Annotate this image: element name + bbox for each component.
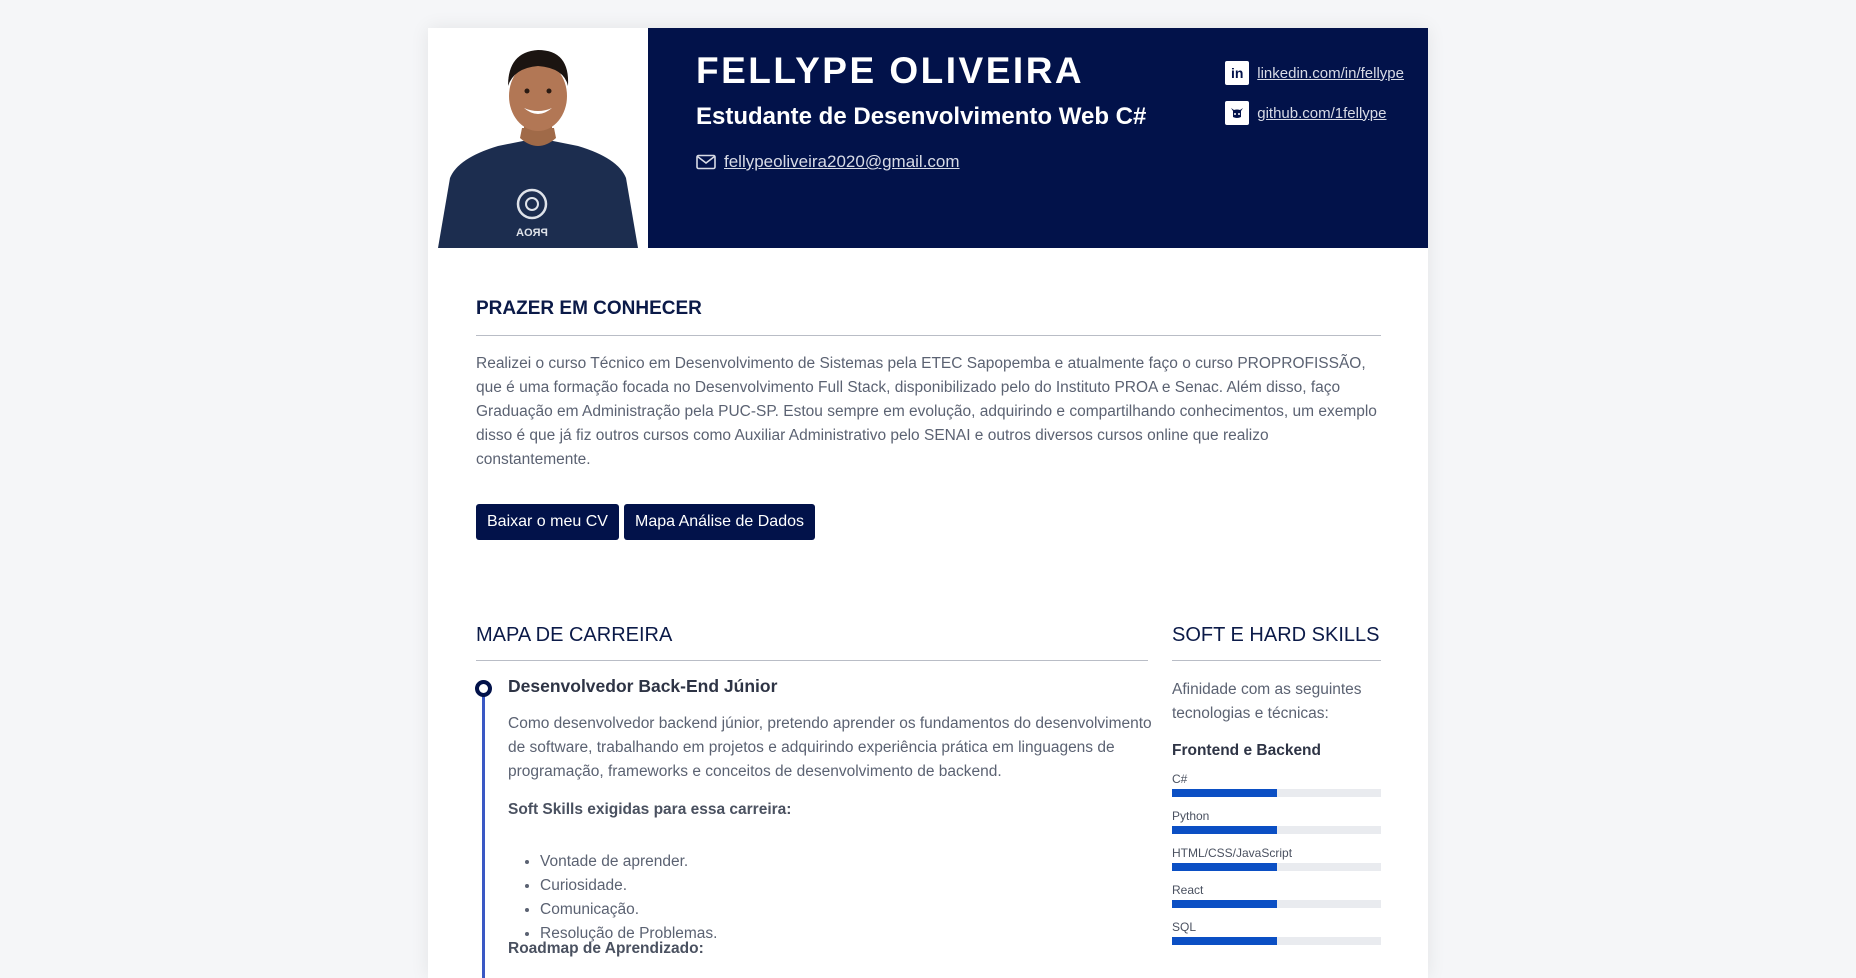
skill-sql: SQL [1172,920,1381,945]
resume-header: PROA FELLYPE OLIVEIRA Estudante de Desen… [428,28,1428,248]
skills-group-title: Frontend e Backend [1172,742,1321,759]
profile-name: FELLYPE OLIVEIRA [696,50,1085,91]
skill-bar [1172,789,1277,797]
skill-track [1172,863,1381,871]
envelope-icon [696,154,716,170]
about-text: Realizei o curso Técnico em Desenvolvime… [476,355,1377,468]
skill-react: React [1172,883,1381,908]
header-band: FELLYPE OLIVEIRA Estudante de Desenvolvi… [648,28,1428,248]
skill-bar [1172,900,1277,908]
skill-track [1172,789,1381,797]
github-link[interactable]: github.com/1fellype [1257,105,1386,122]
linkedin-link[interactable]: linkedin.com/in/fellype [1257,65,1404,82]
profile-photo: PROA [428,28,648,248]
skill-track [1172,826,1381,834]
skill-label: Python [1172,809,1210,823]
timeline-dot [475,680,492,697]
career-item-description: Como desenvolvedor backend júnior, prete… [508,715,1152,780]
skills-intro: Afinidade com as seguintes tecnologias e… [1172,681,1362,722]
social-linkedin[interactable]: in linkedin.com/in/fellype [1225,60,1404,86]
email-row: fellypeoliveira2020@gmail.com [696,152,960,172]
linkedin-icon: in [1225,61,1250,85]
resume-page: PROA FELLYPE OLIVEIRA Estudante de Desen… [428,28,1428,978]
skills-divider [1172,660,1381,661]
skill-bar [1172,826,1277,834]
skill-track [1172,900,1381,908]
skills-title: SOFT E HARD SKILLS [1172,624,1380,646]
skill-label: SQL [1172,920,1197,934]
skill-python: Python [1172,809,1381,834]
skill-label: HTML/CSS/JavaScript [1172,846,1293,860]
download-cv-button[interactable]: Baixar o meu CV [476,504,619,540]
profile-photo-illustration: PROA [428,28,648,248]
list-item: Comunicação. [540,898,718,922]
skill-html-css-js: HTML/CSS/JavaScript [1172,846,1381,871]
about-title: PRAZER EM CONHECER [476,298,702,319]
skill-track [1172,937,1381,945]
list-item: Vontade de aprender. [540,850,718,874]
skill-csharp: C# [1172,772,1381,797]
soft-skills-list: Vontade de aprender. Curiosidade. Comuni… [508,850,718,946]
data-analysis-map-button[interactable]: Mapa Análise de Dados [624,504,815,540]
skill-bar [1172,863,1277,871]
skill-label: C# [1172,772,1188,786]
skill-bar [1172,937,1277,945]
skill-label: React [1172,883,1204,897]
career-title: MAPA DE CARREIRA [476,624,673,646]
about-divider [476,335,1381,336]
list-item: Curiosidade. [540,874,718,898]
social-links: in linkedin.com/in/fellype github.com/1f… [1225,60,1404,140]
profile-role: Estudante de Desenvolvimento Web C# [696,103,1147,130]
email-link[interactable]: fellypeoliveira2020@gmail.com [724,152,960,172]
career-divider [476,660,1148,661]
soft-skills-heading: Soft Skills exigidas para essa carreira: [508,801,792,818]
career-item-title: Desenvolvedor Back-End Júnior [508,676,778,696]
roadmap-heading: Roadmap de Aprendizado: [508,940,704,957]
timeline-line [482,690,485,978]
github-icon [1225,101,1250,125]
shirt-logo-text: PROA [516,227,548,239]
social-github[interactable]: github.com/1fellype [1225,100,1404,126]
